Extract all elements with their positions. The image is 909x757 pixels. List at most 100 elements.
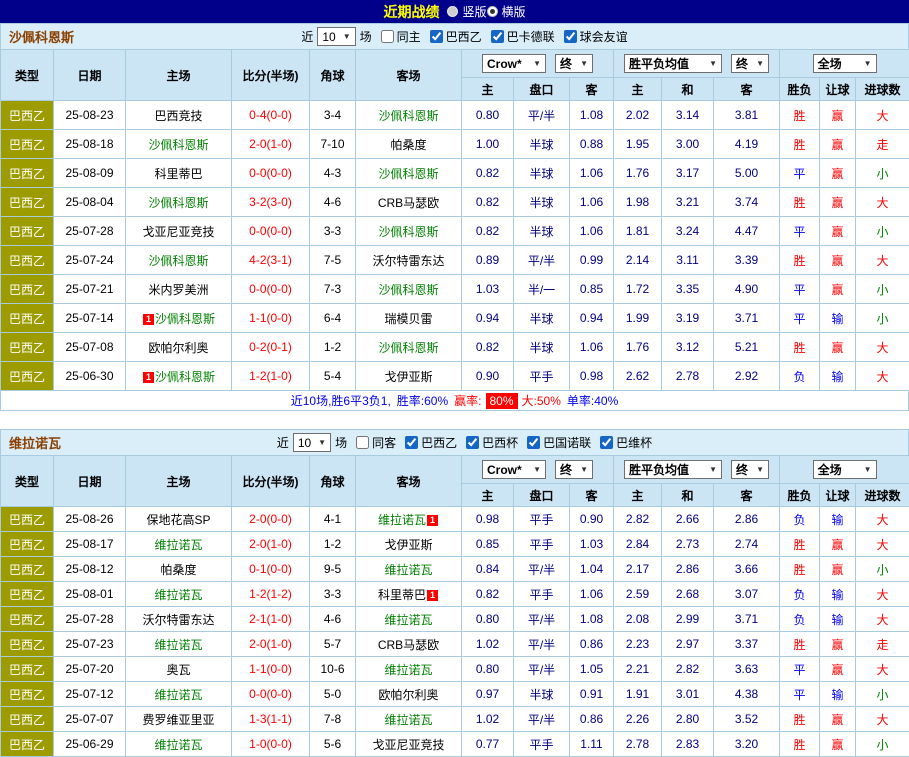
asian-home-odds: 1.00 (462, 130, 514, 159)
filter-checkbox[interactable] (405, 436, 418, 449)
euro-home-odds: 1.81 (614, 217, 662, 246)
date-cell: 25-06-30 (54, 362, 126, 391)
asian-odds-header: Crow* ▼ 终 ▼ (462, 456, 614, 484)
team-link[interactable]: 科里蒂巴 (378, 588, 426, 602)
league-filter[interactable]: 巴卡德联 (491, 28, 555, 45)
team-link[interactable]: 帕桑度 (160, 563, 196, 577)
team-link[interactable]: 保地花高SP (146, 513, 210, 527)
team-link[interactable]: CRB马瑟欧 (378, 196, 439, 210)
team-link[interactable]: 奥瓦 (166, 663, 190, 677)
league-filter[interactable]: 巴国诺联 (527, 434, 591, 451)
filter-checkbox[interactable] (564, 30, 577, 43)
league-filter[interactable]: 巴西乙 (405, 434, 457, 451)
team-link[interactable]: 沙佩科恩斯 (378, 109, 438, 123)
near-label: 近 (301, 28, 313, 45)
team-link[interactable]: 沙佩科恩斯 (155, 370, 215, 384)
team-link[interactable]: 维拉诺瓦 (154, 738, 202, 752)
filter-checkbox[interactable] (491, 30, 504, 43)
team-link[interactable]: 沃尔特雷东达 (142, 613, 214, 627)
league-filter[interactable]: 巴西杯 (466, 434, 518, 451)
asian-away-odds: 0.86 (570, 632, 614, 657)
filter-checkbox[interactable] (527, 436, 540, 449)
league-cell: 巴西乙 (1, 304, 54, 333)
league-cell: 巴西乙 (1, 275, 54, 304)
dropdown-value: 终 (560, 55, 572, 72)
match-row: 巴西乙 25-07-28 戈亚尼亚竞技 0-0(0-0) 3-3 沙佩科恩斯 0… (1, 217, 909, 246)
team-link[interactable]: 费罗维亚里亚 (142, 713, 214, 727)
team-link[interactable]: 戈亚尼亚竞技 (142, 225, 214, 239)
filter-checkbox[interactable] (356, 436, 369, 449)
team-link[interactable]: 米内罗美洲 (148, 283, 208, 297)
team-link[interactable]: 科里蒂巴 (154, 167, 202, 181)
scope-select[interactable]: 全场 ▼ (813, 460, 877, 479)
team-link[interactable]: 沙佩科恩斯 (378, 283, 438, 297)
team-link[interactable]: 维拉诺瓦 (154, 538, 202, 552)
score-cell: 3-2(3-0) (232, 188, 310, 217)
team-link[interactable]: 维拉诺瓦 (154, 588, 202, 602)
team-link[interactable]: 巴西竞技 (154, 109, 202, 123)
team-link[interactable]: 沙佩科恩斯 (378, 225, 438, 239)
team-link[interactable]: 沙佩科恩斯 (378, 167, 438, 181)
team-link[interactable]: 维拉诺瓦 (378, 513, 426, 527)
team-link[interactable]: 帕桑度 (390, 138, 426, 152)
view-mode-radio[interactable]: 横版 (487, 3, 526, 20)
team-link[interactable]: 戈亚尼亚竞技 (372, 738, 444, 752)
league-cell: 巴西乙 (1, 159, 54, 188)
team-link[interactable]: 沙佩科恩斯 (155, 312, 215, 326)
europe-time-select[interactable]: 终 ▼ (731, 54, 769, 73)
league-filter[interactable]: 球会友谊 (564, 28, 628, 45)
dropdown-value: 10 (298, 436, 311, 450)
europe-odds-select[interactable]: 胜平负均值 ▼ (624, 54, 722, 73)
match-count-slot: 10 ▼ (317, 27, 355, 46)
europe-time-select[interactable]: 终 ▼ (731, 460, 769, 479)
view-mode-radio[interactable]: 竖版 (447, 3, 486, 20)
goals-result-cell: 小 (856, 557, 909, 582)
team-link[interactable]: 维拉诺瓦 (384, 563, 432, 577)
match-row: 巴西乙 25-08-18 沙佩科恩斯 2-0(1-0) 7-10 帕桑度 1.0… (1, 130, 909, 159)
euro-draw-odds: 2.86 (662, 557, 714, 582)
match-count-select[interactable]: 10 ▼ (317, 27, 355, 46)
corner-cell: 1-2 (310, 333, 356, 362)
team-link[interactable]: 维拉诺瓦 (154, 638, 202, 652)
team-link[interactable]: 沃尔特雷东达 (372, 254, 444, 268)
europe-odds-select[interactable]: 胜平负均值 ▼ (624, 460, 722, 479)
bookmaker-select[interactable]: Crow* ▼ (482, 54, 546, 73)
league-filter[interactable]: 巴维杯 (600, 434, 652, 451)
league-filter[interactable]: 巴西乙 (430, 28, 482, 45)
league-filter[interactable]: 同客 (356, 434, 396, 451)
team-link[interactable]: 维拉诺瓦 (384, 713, 432, 727)
scope-select[interactable]: 全场 ▼ (813, 54, 877, 73)
euro-away-odds: 3.74 (714, 188, 780, 217)
match-count-select[interactable]: 10 ▼ (293, 433, 331, 452)
handicap-cell: 半球 (514, 217, 570, 246)
league-filter[interactable]: 同主 (381, 28, 421, 45)
home-team-cell: 沙佩科恩斯 (126, 188, 232, 217)
team-link[interactable]: 维拉诺瓦 (384, 663, 432, 677)
team-link[interactable]: 沙佩科恩斯 (378, 341, 438, 355)
team-link[interactable]: 欧帕尔利奥 (378, 688, 438, 702)
euro-away-odds: 2.92 (714, 362, 780, 391)
team-link[interactable]: 维拉诺瓦 (154, 688, 202, 702)
team-link[interactable]: 欧帕尔利奥 (148, 341, 208, 355)
asian-away-odds: 0.88 (570, 130, 614, 159)
asian-time-select[interactable]: 终 ▼ (555, 460, 593, 479)
home-team-cell: 维拉诺瓦 (126, 682, 232, 707)
team-link[interactable]: CRB马瑟欧 (378, 638, 439, 652)
team-link[interactable]: 戈伊亚斯 (384, 370, 432, 384)
handicap-result-cell: 赢 (820, 707, 856, 732)
team-link[interactable]: 沙佩科恩斯 (148, 196, 208, 210)
filter-checkbox[interactable] (600, 436, 613, 449)
filter-checkbox[interactable] (466, 436, 479, 449)
team-link[interactable]: 瑞模贝雷 (384, 312, 432, 326)
team-link[interactable]: 沙佩科恩斯 (148, 138, 208, 152)
team-link[interactable]: 沙佩科恩斯 (148, 254, 208, 268)
date-cell: 25-08-12 (54, 557, 126, 582)
team-link[interactable]: 维拉诺瓦 (384, 613, 432, 627)
filter-checkbox[interactable] (381, 30, 394, 43)
team-link[interactable]: 戈伊亚斯 (384, 538, 432, 552)
dropdown-value: 胜平负均值 (629, 55, 689, 72)
bookmaker-select[interactable]: Crow* ▼ (482, 460, 546, 479)
filter-checkbox[interactable] (430, 30, 443, 43)
chevron-down-icon: ▼ (318, 438, 326, 447)
asian-time-select[interactable]: 终 ▼ (555, 54, 593, 73)
